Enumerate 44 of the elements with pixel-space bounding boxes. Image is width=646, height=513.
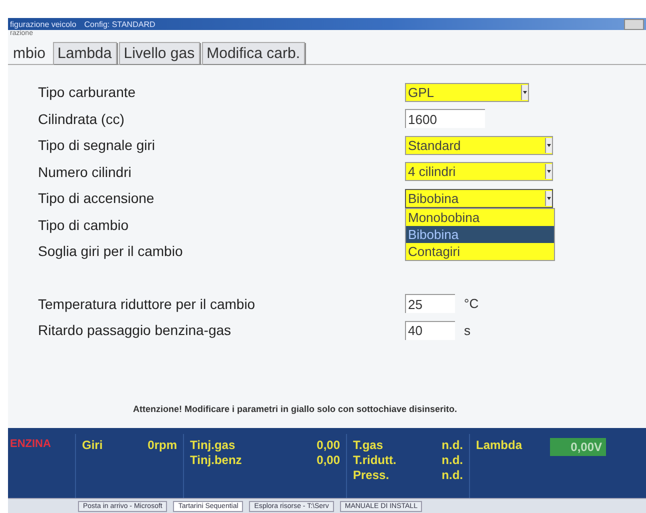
dropdown[interactable]: Bibobina [405,188,553,208]
caret-icon [545,190,552,206]
status-value: 0,00 [316,438,340,452]
input-field[interactable]: 40 [405,320,455,340]
caret-icon [545,138,552,153]
warning-text: Attenzione! Modificare i parametri in giallo solo con sottochiave disinserito. [133,404,458,414]
lambda-label: Lambda [476,438,522,454]
field-label: Tipo carburante [38,84,137,100]
field-label: Numero cilindri [38,164,132,180]
rpm-value: 0rpm [148,438,177,452]
field-label: Tipo di accensione [38,190,156,206]
tab[interactable]: Livello gas [118,42,200,64]
status-value: 0,00 [316,453,340,467]
field-label: Soglia giri per il cambio [38,243,184,260]
tab[interactable]: Modifica carb. [202,42,305,64]
field-label: Tipo di cambio [38,216,130,233]
dropdown[interactable]: GPL [405,82,529,102]
window-controls[interactable] [624,18,644,30]
status-label: T.gas [353,438,384,452]
status-label: T.ridutt. [353,453,396,467]
status-label: Tinj.gas [190,438,236,452]
status-value: n.d. [442,438,463,452]
status-label: Press. [353,468,390,482]
rpm-label: Giri [82,438,103,452]
field-label: Ritardo passaggio benzina-gas [38,322,232,338]
caret-icon [545,164,552,180]
status-label: Tinj.benz [190,453,242,467]
lambda-value: 0,00V [550,438,606,456]
window-title: figurazione veicolo [10,20,76,28]
unit-label: s [463,322,470,338]
status-value: n.d. [442,468,463,482]
status-value: n.d. [442,453,463,467]
unit-label: °C [463,296,479,312]
dropdown[interactable]: Standard [405,136,553,155]
input-field[interactable]: 1600 [405,109,485,128]
input-field[interactable]: 25 [405,294,455,314]
config-label: Config: STANDARD [84,20,156,28]
field-label: Tipo di segnale giri [38,137,156,154]
dropdown[interactable]: 4 cilindri [405,162,553,182]
dropdown-option[interactable]: Bibobina [406,226,554,243]
tab[interactable]: Lambda [52,42,117,64]
field-label: Temperatura riduttore per il cambio [38,296,256,312]
caret-icon [521,84,528,100]
field-label: Cilindrata (cc) [38,110,126,127]
